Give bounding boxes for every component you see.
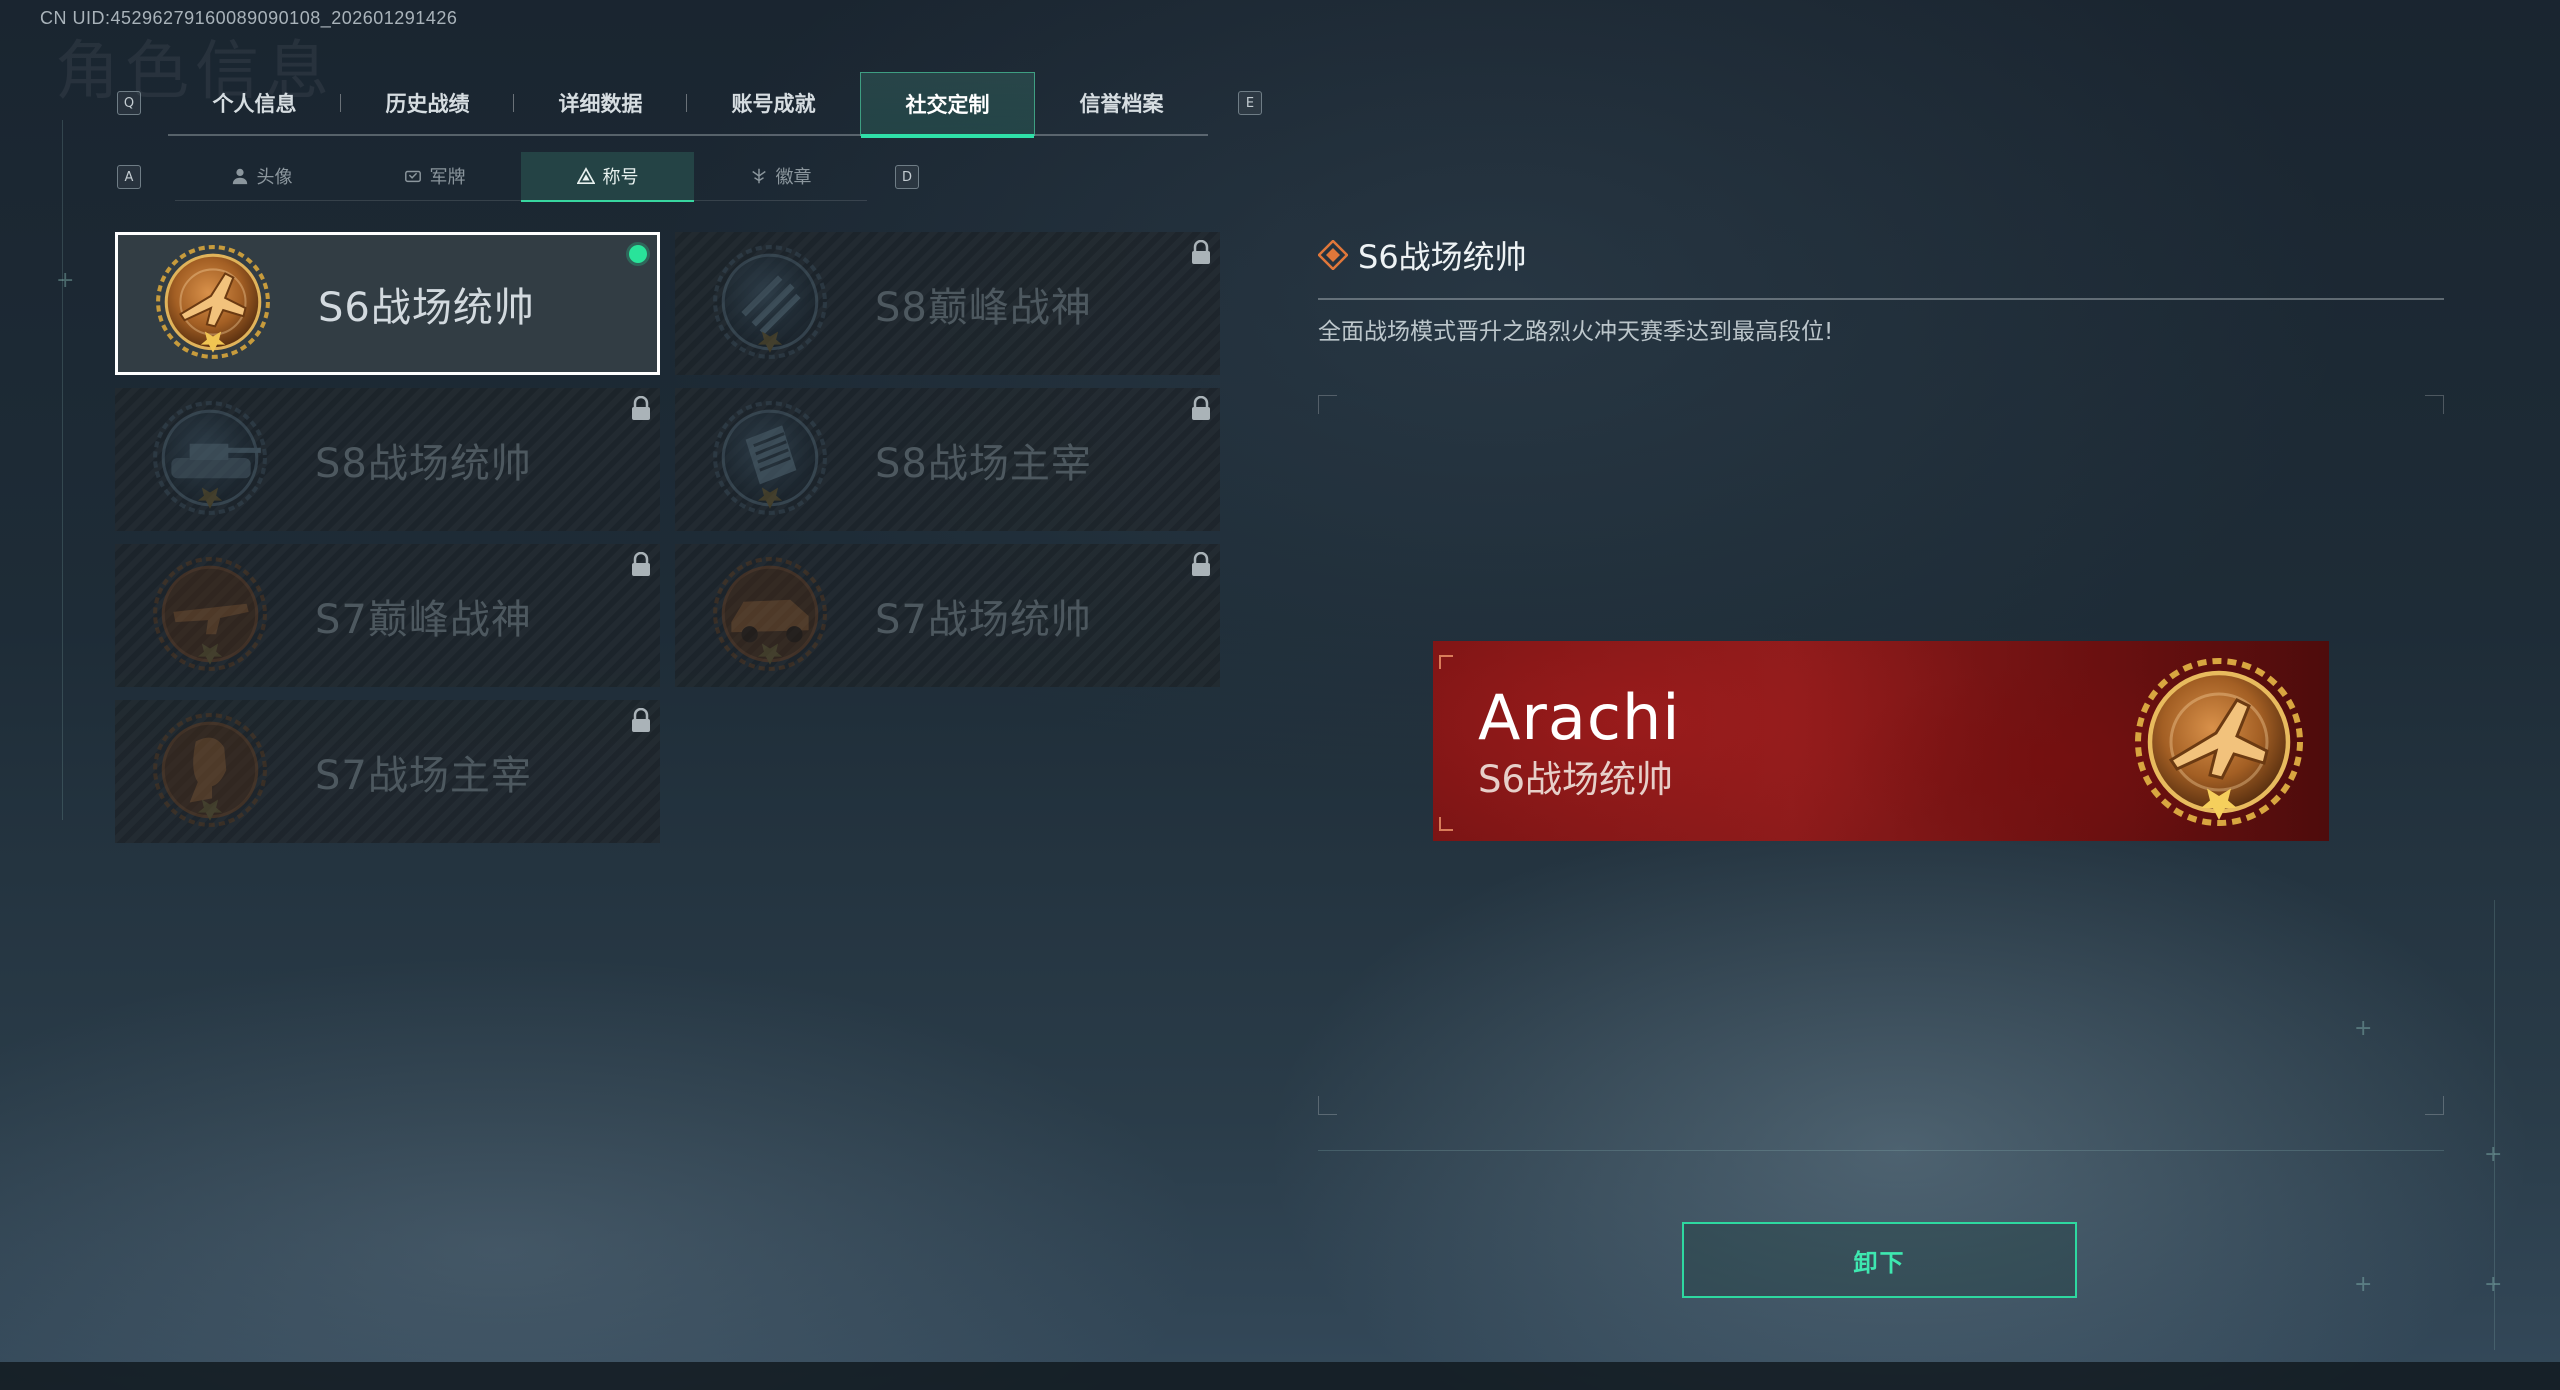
title-name: S7战场统帅: [875, 596, 1092, 643]
sub-tabs: 头像 军牌 称号 徽章: [175, 152, 867, 202]
deco-plus-icon: +: [2484, 1272, 2503, 1297]
key-hint-d[interactable]: D: [895, 165, 919, 189]
frame-corner: [1318, 1096, 1337, 1115]
title-card[interactable]: S7战场主宰: [115, 700, 660, 843]
key-hint-a[interactable]: A: [117, 165, 141, 189]
key-hint-e[interactable]: E: [1238, 91, 1262, 115]
deco-plus-icon: +: [2354, 1272, 2373, 1297]
jet-medal-icon: [156, 244, 270, 359]
badge-icon: [751, 168, 766, 184]
title-card[interactable]: S8巅峰战神: [675, 232, 1220, 375]
tab-personal-info[interactable]: 个人信息: [168, 72, 341, 134]
title-name: S6战场统帅: [318, 284, 535, 331]
equipped-indicator: [629, 245, 647, 263]
subtab-label: 头像: [256, 167, 293, 188]
player-name: Arachi: [1478, 681, 1681, 754]
tab-achievements[interactable]: 账号成就: [687, 72, 860, 134]
frame-corner: [2425, 1096, 2444, 1115]
subtab-label: 称号: [602, 167, 639, 188]
detail-title: S6战场统帅: [1358, 238, 1527, 276]
title-card[interactable]: S7巅峰战神: [115, 544, 660, 687]
tank-medal-icon: [153, 400, 267, 515]
tab-social-custom[interactable]: 社交定制: [860, 72, 1035, 138]
gun-medal-icon: [153, 556, 267, 671]
subtab-label: 徽章: [775, 167, 812, 188]
frame-corner: [1318, 395, 1337, 414]
deco-plus-icon: +: [56, 268, 75, 293]
lock-icon: [1192, 240, 1210, 264]
lock-icon: [1192, 552, 1210, 576]
title-card[interactable]: S8战场统帅: [115, 388, 660, 531]
title-card[interactable]: S6战场统帅: [115, 232, 660, 375]
key-hint-q[interactable]: Q: [117, 91, 141, 115]
frame-corner: [2425, 395, 2444, 414]
dogtag-icon: [404, 170, 421, 183]
detail-description: 全面战场模式晋升之路烈火冲天赛季达到最高段位!: [1318, 319, 1834, 345]
helmet-medal-icon: [713, 244, 827, 359]
detail-header: S6战场统帅: [1318, 232, 1527, 278]
tab-reputation[interactable]: 信誉档案: [1035, 72, 1208, 134]
soldier-medal-icon: [153, 712, 267, 827]
jet-medal-icon: [2135, 658, 2303, 826]
banner-corner: [1439, 817, 1453, 831]
building-medal-icon: [713, 400, 827, 515]
lock-icon: [632, 552, 650, 576]
lock-icon: [1192, 396, 1210, 420]
subtab-label: 军牌: [429, 167, 466, 188]
detail-divider: [1318, 298, 2444, 300]
title-name: S8战场统帅: [315, 440, 532, 487]
nameplate-preview: Arachi S6战场统帅: [1433, 641, 2329, 841]
unequip-button[interactable]: 卸下: [1682, 1222, 2077, 1298]
title-name: S7战场主宰: [315, 752, 532, 799]
diamond-icon: [1318, 240, 1348, 270]
deco-line: [62, 120, 63, 820]
main-tabs: 个人信息 历史战绩 详细数据 账号成就 社交定制 信誉档案: [168, 72, 1208, 138]
tab-detailed-data[interactable]: 详细数据: [514, 72, 687, 134]
title-name: S7巅峰战神: [315, 596, 532, 643]
title-card[interactable]: S8战场主宰: [675, 388, 1220, 531]
subtab-title[interactable]: 称号: [521, 152, 694, 202]
tab-match-history[interactable]: 历史战绩: [341, 72, 514, 134]
title-name: S8战场主宰: [875, 440, 1092, 487]
subtab-badge[interactable]: 徽章: [694, 152, 867, 200]
person-icon: [232, 168, 247, 185]
title-name: S8巅峰战神: [875, 284, 1092, 331]
banner-corner: [1439, 655, 1453, 669]
subtab-avatar[interactable]: 头像: [175, 152, 348, 200]
lock-icon: [632, 396, 650, 420]
subtab-dogtag[interactable]: 军牌: [348, 152, 521, 200]
title-card[interactable]: S7战场统帅: [675, 544, 1220, 687]
title-icon: [576, 167, 595, 185]
lock-icon: [632, 708, 650, 732]
banner-title: S6战场统帅: [1478, 758, 1674, 801]
vehicle-medal-icon: [713, 556, 827, 671]
deco-plus-icon: +: [2484, 1142, 2503, 1167]
bottom-bar: [0, 1362, 2560, 1390]
